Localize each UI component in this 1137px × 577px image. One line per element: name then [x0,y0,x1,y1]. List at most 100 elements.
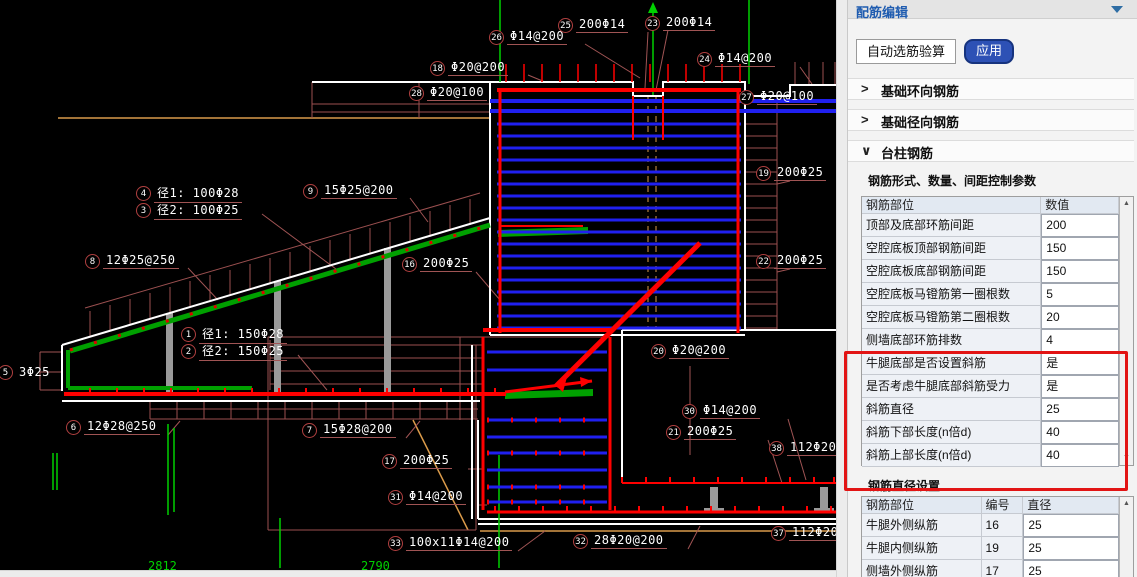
label-text: 200Φ25 [420,256,472,272]
rebar-label: 22200Φ25 [756,253,826,269]
rebar-label: 812Φ25@250 [85,253,179,269]
diameter-table: 钢筋部位 编号 直径 牛腿外侧纵筋1625 牛腿内侧纵筋1925 侧墙外侧纵筋1… [861,496,1134,577]
param-name: 斜筋直径 [862,398,1041,421]
section-label: 台柱钢筋 [881,143,933,162]
table-row: 空腔底板顶部钢筋间距150 [862,237,1119,260]
label-bubble: 24 [697,52,712,67]
label-bubble: 3 [136,203,151,218]
auto-select-check-button[interactable]: 自动选筋验算 [856,39,956,64]
table-header-row: 钢筋部位 编号 直径 [862,497,1119,514]
table-row: 斜筋上部长度(n倍d)40 [862,444,1119,467]
label-bubble: 27 [739,90,754,105]
label-text: 200Φ25 [774,165,826,181]
drawing-vertical-scrollbar[interactable] [836,0,847,577]
rebar-diameter-input[interactable]: 25 [1023,560,1119,577]
param-value-input[interactable]: 40 [1041,444,1119,467]
scroll-up-icon[interactable]: ▲ [1120,197,1133,211]
app-window: 26Φ14@200 25200Φ14 23200Φ14 24Φ14@200 18… [0,0,1137,577]
label-text: Φ20@200 [669,343,729,359]
label-text: Φ20@200 [448,60,508,76]
rebar-label: 30Φ14@200 [682,403,760,419]
scroll-up-icon[interactable]: ▲ [1120,497,1133,511]
rebar-part-name: 牛腿外侧纵筋 [862,514,982,537]
rebar-label: 37112Φ20 [771,525,836,541]
rebar-label: 915Φ25@200 [303,183,397,199]
table-scrollbar[interactable]: ▲ ▼ [1119,197,1133,465]
collapse-panel-icon[interactable] [1111,6,1123,13]
param-value-input[interactable]: 4 [1041,329,1119,352]
rebar-number: 17 [982,560,1024,577]
rebar-part-name: 侧墙外侧纵筋 [862,560,982,577]
param-value-input[interactable]: 40 [1041,421,1119,444]
rebar-label: 38112Φ20 [769,440,836,456]
label-bubble: 30 [682,404,697,419]
label-text: 200Φ14 [576,17,628,33]
param-value-input[interactable]: 150 [1041,260,1119,283]
section-label: 基础环向钢筋 [881,81,959,100]
section-foundation-hoop-rebar[interactable]: > 基础环向钢筋 [848,78,1134,100]
label-bubble: 32 [573,534,588,549]
label-text: 12Φ25@250 [103,253,179,269]
rebar-number: 19 [982,537,1024,560]
label-text: 112Φ20 [787,440,836,456]
table-row: 空腔底板底部钢筋间距150 [862,260,1119,283]
section-foundation-radial-rebar[interactable]: > 基础径向钢筋 [848,109,1134,131]
rebar-label: 19200Φ25 [756,165,826,181]
table-row: 空腔底板马镫筋第二圈根数20 [862,306,1119,329]
param-value-input[interactable]: 25 [1041,398,1119,421]
label-bubble: 20 [651,344,666,359]
param-value-input[interactable]: 5 [1041,283,1119,306]
param-name: 顶部及底部环筋间距 [862,214,1041,237]
label-bubble: 22 [756,254,771,269]
label-bubble: 6 [66,420,81,435]
table-row: 是否考虑牛腿底部斜筋受力是 [862,375,1119,398]
rebar-label: 31Φ14@200 [388,489,466,505]
rebar-label: 715Φ28@200 [302,422,396,438]
diameter-group-title: 钢筋直径设置 [868,477,940,494]
apply-button[interactable]: 应用 [964,39,1014,64]
cad-viewport[interactable]: 26Φ14@200 25200Φ14 23200Φ14 24Φ14@200 18… [0,0,836,577]
rebar-label: 23200Φ14 [645,15,715,31]
param-name: 空腔底板底部钢筋间距 [862,260,1041,283]
param-name: 是否考虑牛腿底部斜筋受力 [862,375,1041,398]
column-header: 数值 [1041,197,1119,214]
param-value-input[interactable]: 200 [1041,214,1119,237]
table-row: 空腔底板马镫筋第一圈根数5 [862,283,1119,306]
table-row: 侧墙底部环筋排数4 [862,329,1119,352]
scroll-down-icon[interactable]: ▼ [1120,451,1133,465]
label-text: 径2: 150Φ25 [199,342,287,361]
table-header-row: 钢筋部位 数值 [862,197,1119,214]
param-name: 斜筋上部长度(n倍d) [862,444,1041,467]
panel-title-bar: 配筋编辑 [848,0,1137,19]
label-bubble: 2 [181,344,196,359]
param-value-input[interactable]: 是 [1041,375,1119,398]
table-row: 牛腿内侧纵筋1925 [862,537,1119,560]
rebar-label: 20Φ20@200 [651,343,729,359]
rebar-label: 4径1: 100Φ28 [136,185,242,201]
rebar-label: 1径1: 150Φ28 [181,326,287,342]
rebar-diameter-input[interactable]: 25 [1023,514,1119,537]
param-value-input[interactable]: 是 [1041,352,1119,375]
rebar-label: 24Φ14@200 [697,51,775,67]
rebar-label: 16200Φ25 [402,256,472,272]
rebar-label: 25200Φ14 [558,17,628,33]
table-row: 牛腿外侧纵筋1625 [862,514,1119,537]
rebar-label: 612Φ28@250 [66,419,160,435]
label-text: 112Φ20 [789,525,836,541]
param-value-input[interactable]: 20 [1041,306,1119,329]
table-scrollbar[interactable]: ▲ [1119,497,1133,577]
param-value-input[interactable]: 150 [1041,237,1119,260]
label-text: 径2: 100Φ25 [154,201,242,220]
table-row: 牛腿底部是否设置斜筋是 [862,352,1119,375]
section-pedestal-rebar[interactable]: ∨ 台柱钢筋 [848,140,1134,162]
label-bubble: 28 [409,86,424,101]
drawing-horizontal-scrollbar[interactable] [0,570,836,577]
rebar-label: 2径2: 150Φ25 [181,343,287,359]
param-name: 侧墙底部环筋排数 [862,329,1041,352]
param-name: 空腔底板顶部钢筋间距 [862,237,1041,260]
rebar-number: 16 [982,514,1024,537]
rebar-label: 27Φ20@100 [739,89,817,105]
rebar-diameter-input[interactable]: 25 [1023,537,1119,560]
column-header: 编号 [982,497,1024,514]
rebar-label: 3228Φ20@200 [573,533,667,549]
